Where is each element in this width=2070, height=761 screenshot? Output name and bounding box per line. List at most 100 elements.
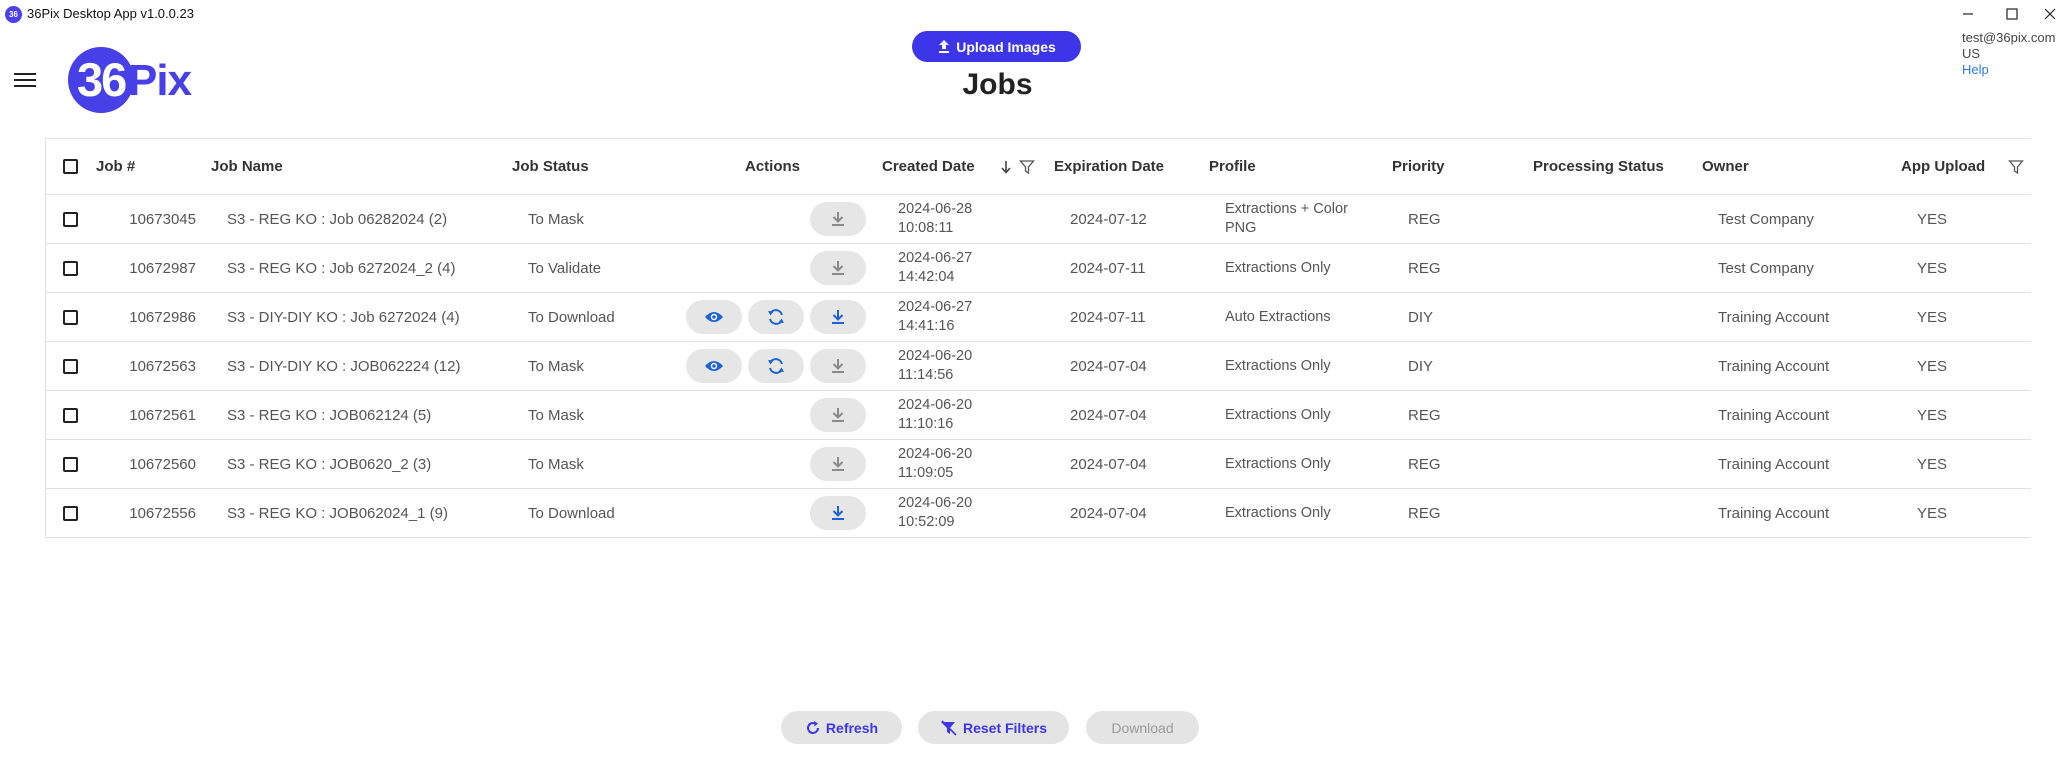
col-profile[interactable]: Profile	[1209, 139, 1256, 194]
minimize-button[interactable]	[1948, 2, 1988, 26]
created-date: 2024-06-20 11:10:16	[898, 397, 973, 432]
job-status: To Download	[528, 504, 615, 522]
row-download-button[interactable]	[810, 398, 866, 432]
created-date: 2024-06-20 10:52:09	[898, 495, 973, 530]
window-title: 36Pix Desktop App v1.0.0.23	[27, 6, 194, 21]
download-icon	[830, 456, 846, 472]
col-expiration-date[interactable]: Expiration Date	[1054, 139, 1164, 194]
row-download-button[interactable]	[810, 447, 866, 481]
table-row[interactable]: 10673045 S3 - REG KO : Job 06282024 (2) To…	[46, 195, 2031, 244]
app-icon: 36	[5, 6, 22, 23]
upload-images-button[interactable]: Upload Images	[912, 31, 1081, 62]
priority: REG	[1408, 455, 1441, 473]
owner: Training Account	[1718, 504, 1830, 522]
maximize-button[interactable]	[1992, 2, 2032, 26]
download-label: Download	[1111, 719, 1174, 736]
profile: Extractions Only	[1225, 504, 1331, 521]
job-number: 10672987	[129, 259, 196, 277]
profile: Extractions Only	[1225, 455, 1331, 472]
reprocess-button[interactable]	[748, 349, 804, 383]
eye-icon	[704, 359, 724, 373]
job-status: To Mask	[528, 455, 584, 473]
job-status: To Download	[528, 308, 615, 326]
app-upload: YES	[1917, 504, 1948, 522]
job-name: S3 - REG KO : JOB062124 (5)	[227, 406, 432, 424]
owner: Test Company	[1718, 210, 1814, 228]
expiration-date: 2024-07-12	[1070, 210, 1147, 228]
close-button[interactable]	[2030, 2, 2070, 26]
col-actions: Actions	[745, 158, 801, 175]
col-created-date[interactable]: Created Date	[882, 139, 975, 194]
priority: REG	[1408, 504, 1441, 522]
upload-images-label: Upload Images	[956, 38, 1056, 55]
refresh-button[interactable]: Refresh	[781, 711, 902, 744]
refresh-icon	[806, 720, 819, 734]
expiration-date: 2024-07-04	[1070, 455, 1147, 473]
row-download-button[interactable]	[810, 251, 866, 285]
download-icon	[830, 505, 846, 521]
table-row[interactable]: 10672561 S3 - REG KO : JOB062124 (5) To Ma…	[46, 391, 2031, 440]
priority: REG	[1408, 259, 1441, 277]
select-all-checkbox[interactable]	[63, 159, 78, 174]
job-name: S3 - REG KO : JOB0620_2 (3)	[227, 455, 432, 473]
row-download-button[interactable]	[810, 300, 866, 334]
app-upload-filter-icon[interactable]	[2008, 159, 2024, 175]
row-download-button[interactable]	[810, 349, 866, 383]
job-name: S3 - REG KO : Job 6272024_2 (4)	[227, 259, 456, 277]
col-app-upload[interactable]: App Upload	[1901, 139, 1985, 194]
reprocess-button[interactable]	[748, 300, 804, 334]
expiration-date: 2024-07-11	[1070, 308, 1146, 326]
row-download-button[interactable]	[810, 202, 866, 236]
expiration-date: 2024-07-04	[1070, 357, 1147, 375]
owner: Training Account	[1718, 455, 1830, 473]
help-link[interactable]: Help	[1962, 62, 2055, 78]
download-button[interactable]: Download	[1086, 711, 1199, 744]
col-priority[interactable]: Priority	[1392, 139, 1445, 194]
app-upload: YES	[1917, 455, 1948, 473]
priority: DIY	[1408, 308, 1434, 326]
logo-number: 36	[77, 53, 127, 106]
job-name: S3 - REG KO : JOB062024_1 (9)	[227, 504, 448, 522]
col-job-status[interactable]: Job Status	[512, 139, 589, 194]
app-upload: YES	[1917, 357, 1948, 375]
eye-icon	[704, 310, 724, 324]
table-row[interactable]: 10672986 S3 - DIY-DIY KO : Job 6272024 (4…	[46, 293, 2031, 342]
download-icon	[830, 211, 846, 227]
maximize-icon	[2006, 8, 2018, 20]
close-icon	[2044, 8, 2056, 20]
col-job-num[interactable]: Job #	[96, 139, 135, 194]
owner: Training Account	[1718, 406, 1830, 424]
menu-icon[interactable]	[14, 70, 36, 90]
table-row[interactable]: 10672987 S3 - REG KO : Job 6272024_2 (4) T…	[46, 244, 2031, 293]
job-name: S3 - DIY-DIY KO : JOB062224 (12)	[227, 357, 461, 375]
created-date: 2024-06-27 14:42:04	[898, 250, 973, 285]
table-row[interactable]: 10672560 S3 - REG KO : JOB0620_2 (3) To Ma…	[46, 440, 2031, 489]
created-filter-icon[interactable]	[1019, 159, 1035, 175]
app-upload: YES	[1917, 308, 1948, 326]
profile: Extractions Only	[1225, 357, 1331, 374]
priority: REG	[1408, 210, 1441, 228]
col-processing-status[interactable]: Processing Status	[1533, 139, 1664, 194]
col-job-name[interactable]: Job Name	[211, 139, 283, 194]
upload-icon	[939, 40, 950, 53]
title-bar: 36 36Pix Desktop App v1.0.0.23	[0, 0, 2070, 28]
row-download-button[interactable]	[810, 496, 866, 530]
user-region: US	[1962, 46, 1981, 61]
app-upload: YES	[1917, 210, 1948, 228]
user-info: test@36pix.com US Help	[1962, 30, 2055, 78]
arrow-down-icon[interactable]	[1000, 159, 1012, 175]
view-button[interactable]	[686, 300, 742, 334]
download-icon	[830, 407, 846, 423]
job-number: 10672563	[129, 357, 196, 375]
reset-filters-button[interactable]: Reset Filters	[918, 711, 1069, 744]
app-upload: YES	[1917, 259, 1948, 277]
col-owner[interactable]: Owner	[1702, 139, 1749, 194]
owner: Training Account	[1718, 357, 1830, 375]
view-button[interactable]	[686, 349, 742, 383]
sync-icon	[766, 357, 786, 375]
table-row[interactable]: 10672556 S3 - REG KO : JOB062024_1 (9) To …	[46, 489, 2031, 538]
priority: REG	[1408, 406, 1441, 424]
table-row[interactable]: 10672563 S3 - DIY-DIY KO : JOB062224 (12)…	[46, 342, 2031, 391]
job-number: 10672560	[129, 455, 196, 473]
profile: Extractions Only	[1225, 406, 1331, 423]
